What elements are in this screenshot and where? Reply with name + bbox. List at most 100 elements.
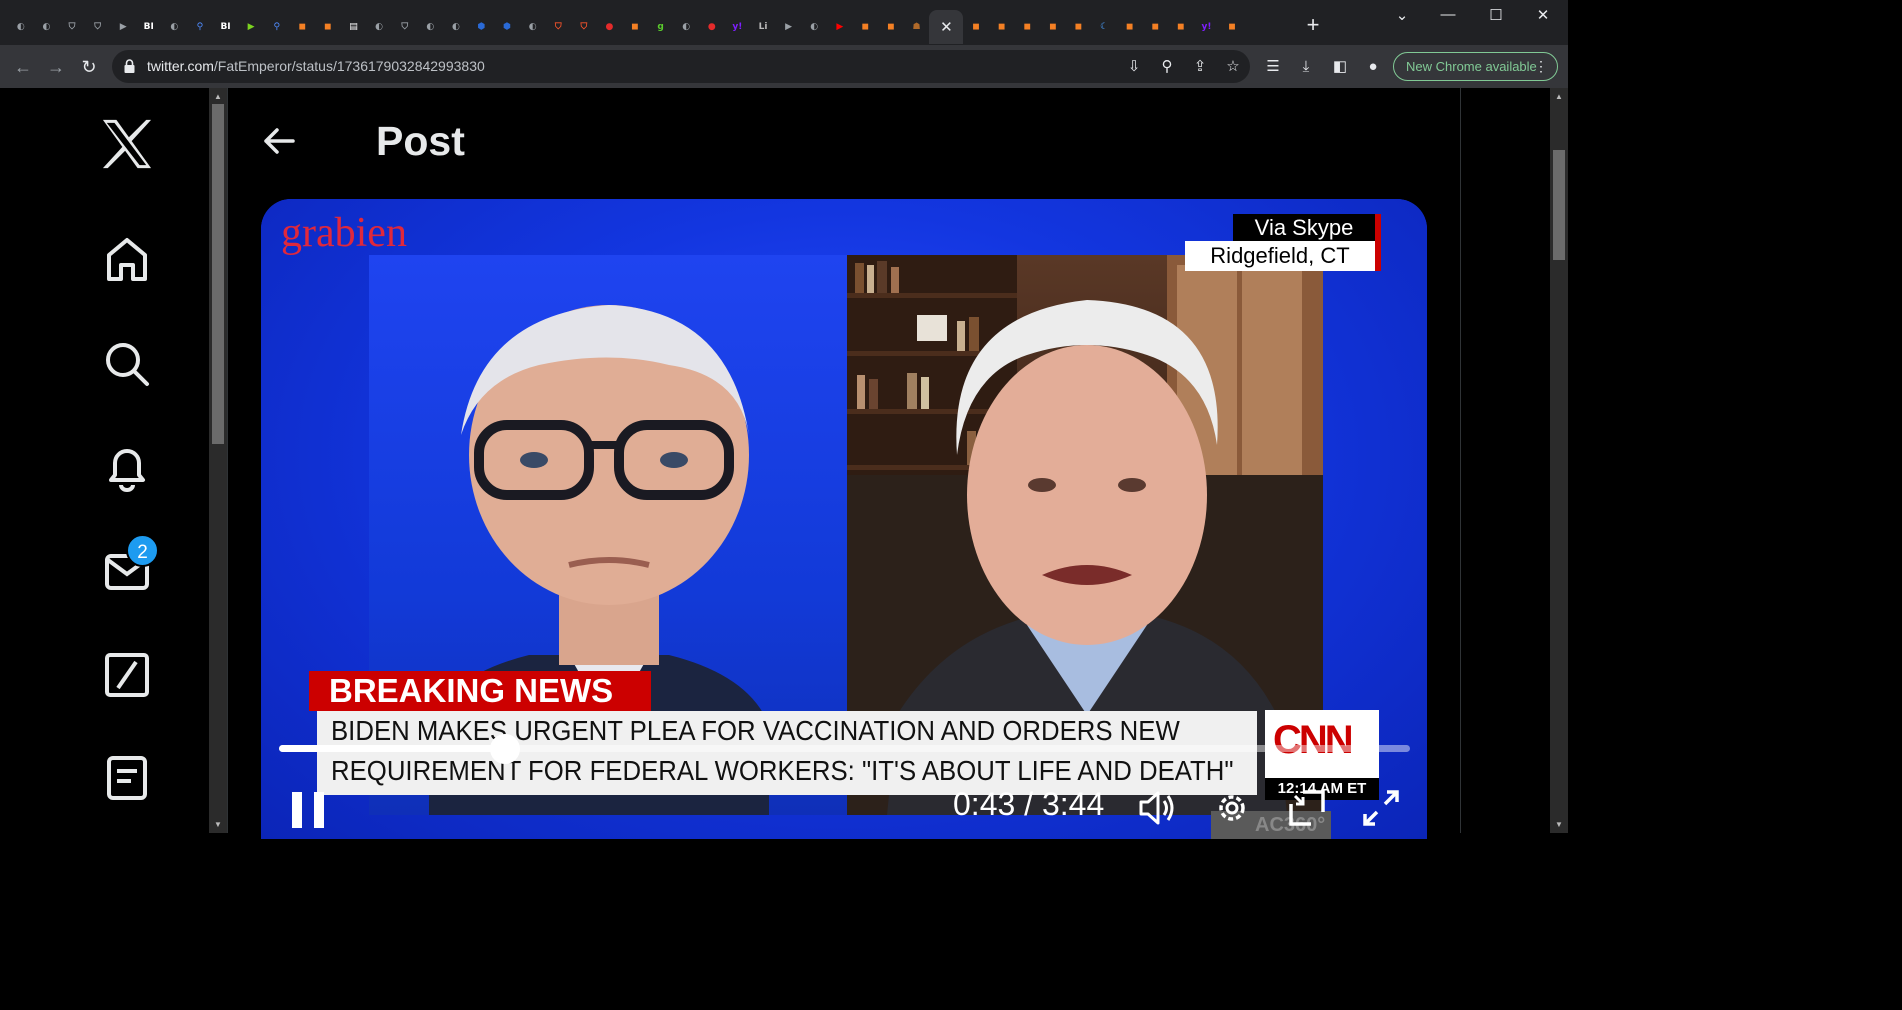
browser-tab[interactable]: ◐ xyxy=(162,10,188,44)
home-icon[interactable] xyxy=(101,233,153,285)
browser-tab[interactable]: ◼ xyxy=(878,10,904,44)
browser-tab[interactable]: ⛉ xyxy=(392,10,418,44)
browser-tab[interactable]: ⛉ xyxy=(59,10,85,44)
scroll-down-arrow-icon[interactable]: ▼ xyxy=(209,820,227,829)
zoom-icon[interactable]: ⚲ xyxy=(1158,58,1176,76)
more-menu-icon[interactable]: ⋮ xyxy=(1534,53,1548,80)
side-panel-icon[interactable]: ◧ xyxy=(1330,57,1350,77)
progress-scrubber[interactable] xyxy=(490,734,521,764)
downloads-icon[interactable]: ⤓ xyxy=(1296,57,1316,77)
left-scrollbar[interactable]: ▲ ▼ xyxy=(209,88,227,833)
grok-icon[interactable] xyxy=(101,649,153,701)
url-text[interactable]: twitter.com/FatEmperor/status/1736179032… xyxy=(147,58,485,74)
video-player[interactable]: grabien Via Skype Ridgefield, CT BREAKIN… xyxy=(261,199,1427,839)
browser-tab[interactable]: ◐ xyxy=(34,10,60,44)
new-tab-button[interactable]: + xyxy=(1302,14,1324,36)
bell-icon[interactable] xyxy=(101,441,153,493)
browser-tab[interactable]: ◼ xyxy=(989,10,1015,44)
close-window-button[interactable]: ✕ xyxy=(1533,6,1553,24)
browser-tab[interactable]: ⬢ xyxy=(469,10,495,44)
shield-icon: ⛉ xyxy=(401,21,409,32)
chrome-update-button[interactable]: New Chrome available ⋮ xyxy=(1393,52,1558,81)
back-arrow-icon[interactable] xyxy=(262,124,296,158)
browser-tab[interactable]: ◐ xyxy=(673,10,699,44)
forward-button[interactable]: → xyxy=(45,56,67,78)
browser-tab[interactable]: ◐ xyxy=(801,10,827,44)
browser-tab[interactable]: ◐ xyxy=(443,10,469,44)
media-controls-icon[interactable]: ☰ xyxy=(1263,57,1283,77)
browser-tab[interactable]: ☾ xyxy=(1091,10,1117,44)
browser-tab[interactable]: ◐ xyxy=(520,10,546,44)
browser-tab[interactable]: ◐ xyxy=(366,10,392,44)
browser-tab[interactable]: ▶ xyxy=(110,10,136,44)
profile-icon[interactable]: ● xyxy=(1363,57,1383,77)
tab-strip: ◐ ◐ ⛉ ⛉ ▶ BI ◐ ⚲ BI ▶ ⚲ ◼ ◼ ▤ ◐ ⛉ ◐ ◐ ⬢ ⬢ ◐ ⛉ ⛉ ● ◼ g ◐ ● y! Li ▶ ◐ ▶ ◼ ◼ ☗… xyxy=(0,0,1568,45)
settings-gear-icon[interactable] xyxy=(1212,788,1252,828)
network-logo: CNN xyxy=(1273,718,1354,762)
browser-tab[interactable]: y! xyxy=(725,10,751,44)
page-scrollbar-thumb[interactable] xyxy=(1553,150,1565,260)
page-scrollbar[interactable]: ▲ ▼ xyxy=(1550,88,1568,833)
browser-tab[interactable]: ◼ xyxy=(1117,10,1143,44)
page-scroll-down-arrow-icon[interactable]: ▼ xyxy=(1550,820,1568,829)
progress-bar[interactable] xyxy=(279,734,1410,764)
browser-tab[interactable]: ⛉ xyxy=(571,10,597,44)
browser-tab[interactable]: ◐ xyxy=(8,10,34,44)
browser-tab[interactable]: ◼ xyxy=(1219,10,1245,44)
bookmark-star-icon[interactable]: ☆ xyxy=(1224,58,1242,76)
search-icon[interactable] xyxy=(101,338,153,390)
lists-icon[interactable] xyxy=(101,752,153,804)
browser-tab[interactable]: ● xyxy=(597,10,623,44)
browser-tab[interactable]: BI xyxy=(213,10,239,44)
browser-tab[interactable]: ⚲ xyxy=(187,10,213,44)
install-app-icon[interactable]: ⇩ xyxy=(1125,58,1143,76)
browser-tab[interactable]: ◼ xyxy=(622,10,648,44)
browser-tab[interactable]: ◐ xyxy=(418,10,444,44)
tab-search-chevron-icon[interactable]: ⌄ xyxy=(1392,6,1412,24)
browser-tab[interactable]: ⬢ xyxy=(494,10,520,44)
scrollbar-thumb[interactable] xyxy=(212,104,224,444)
browser-tab[interactable]: ● xyxy=(699,10,725,44)
watermark-logo: grabien xyxy=(281,210,407,256)
browser-tab[interactable]: ◼ xyxy=(1143,10,1169,44)
cube-icon: ⬢ xyxy=(503,21,511,32)
browser-tab[interactable]: ◼ xyxy=(1066,10,1092,44)
share-icon[interactable]: ⇪ xyxy=(1191,58,1209,76)
lock-icon[interactable] xyxy=(124,59,135,73)
browser-tab[interactable]: ◼ xyxy=(963,10,989,44)
browser-tab[interactable]: ▤ xyxy=(341,10,367,44)
address-bar[interactable]: twitter.com/FatEmperor/status/1736179032… xyxy=(112,50,1250,83)
browser-tab[interactable]: ▶ xyxy=(776,10,802,44)
pin-icon: ● xyxy=(707,21,716,32)
scroll-up-arrow-icon[interactable]: ▲ xyxy=(209,92,227,101)
browser-tab[interactable]: ⚲ xyxy=(264,10,290,44)
x-logo-icon[interactable] xyxy=(101,118,153,170)
fullscreen-icon[interactable] xyxy=(1361,788,1401,828)
browser-tab[interactable]: ◼ xyxy=(853,10,879,44)
browser-tab[interactable]: ◼ xyxy=(1040,10,1066,44)
close-tab-icon[interactable]: ✕ xyxy=(940,18,953,36)
browser-tab[interactable]: y! xyxy=(1194,10,1220,44)
browser-tab[interactable]: ◼ xyxy=(290,10,316,44)
browser-tab[interactable]: ✕ xyxy=(929,10,964,44)
browser-tab[interactable]: ◼ xyxy=(1168,10,1194,44)
page-scroll-up-arrow-icon[interactable]: ▲ xyxy=(1550,92,1568,101)
back-button[interactable]: ← xyxy=(12,56,34,78)
browser-tab[interactable]: ◼ xyxy=(1015,10,1041,44)
browser-tab[interactable]: g xyxy=(648,10,674,44)
minimize-button[interactable]: — xyxy=(1438,6,1458,23)
browser-tab[interactable]: ⛉ xyxy=(545,10,571,44)
browser-tab[interactable]: ☗ xyxy=(904,10,930,44)
browser-tab[interactable]: Li xyxy=(750,10,776,44)
reload-button[interactable]: ↻ xyxy=(78,56,100,78)
g-icon: g xyxy=(657,21,664,32)
pause-button[interactable] xyxy=(292,792,324,828)
picture-in-picture-icon[interactable] xyxy=(1287,788,1327,828)
browser-tab[interactable]: ▶ xyxy=(238,10,264,44)
browser-tab[interactable]: ⛉ xyxy=(85,10,111,44)
browser-tab[interactable]: ◼ xyxy=(315,10,341,44)
browser-tab[interactable]: BI xyxy=(136,10,162,44)
browser-tab[interactable]: ▶ xyxy=(827,10,853,44)
volume-icon[interactable] xyxy=(1137,788,1177,828)
maximize-button[interactable]: ☐ xyxy=(1486,6,1506,24)
